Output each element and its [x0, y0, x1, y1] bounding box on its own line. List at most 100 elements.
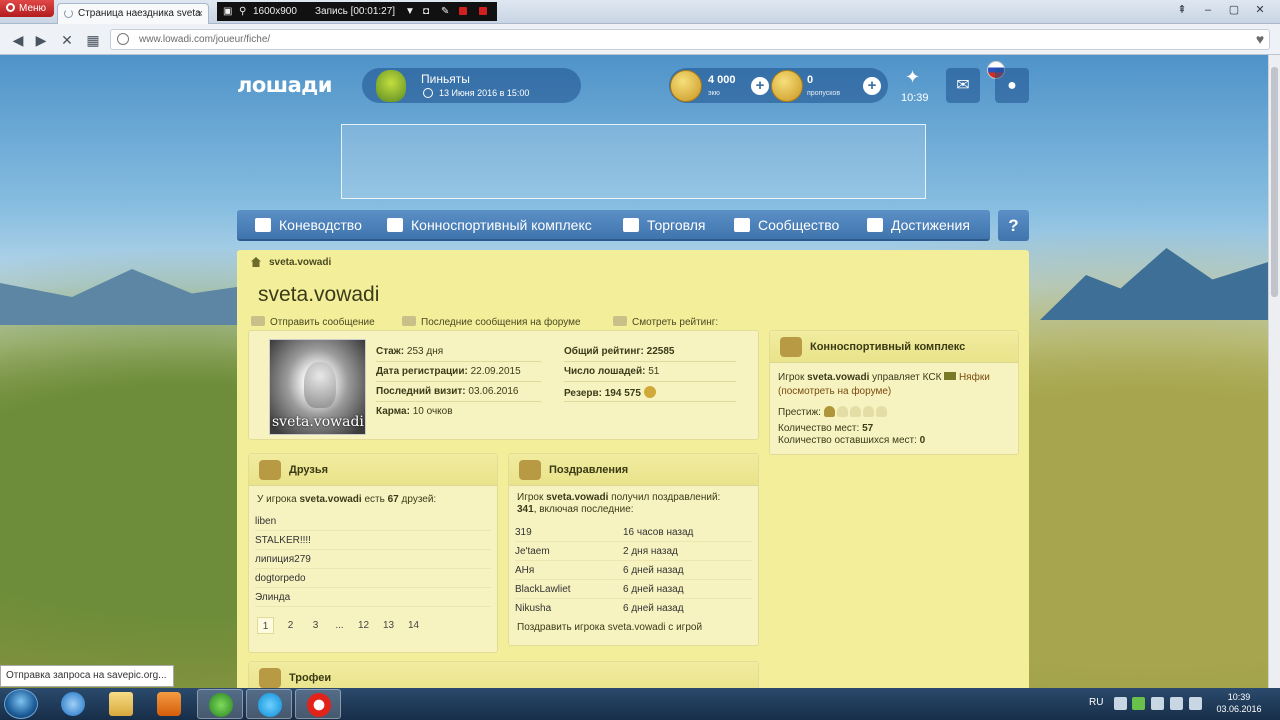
congrats-row[interactable]: BlackLawliet 6 дней назад: [515, 580, 752, 599]
card-title: Поздравления: [549, 464, 629, 476]
pinata-icon: [376, 70, 406, 102]
start-button[interactable]: [4, 689, 38, 719]
divider: [564, 361, 736, 362]
page-13[interactable]: 13: [379, 617, 398, 634]
event-banner[interactable]: Пиньяты 13 Июня 2016 в 15:00: [362, 68, 581, 103]
congratulations-card: Поздравления Игрок sveta.vowadi получил …: [508, 453, 759, 646]
recorder-pen-icon[interactable]: ✎: [441, 2, 449, 21]
divider: [376, 401, 541, 402]
prestige-horseshoe-empty-icon: [875, 406, 887, 417]
main-navigation: Коневодство Конноспортивный комплекс Тор…: [237, 210, 990, 241]
loading-spinner-icon: [64, 9, 73, 18]
card-header: Трофеи: [249, 662, 758, 688]
nav-breeding[interactable]: Коневодство: [255, 210, 362, 241]
friend-row[interactable]: липиция279: [255, 550, 491, 569]
ad-banner[interactable]: [341, 124, 926, 199]
recorder-zoom-icon: ⚲: [239, 6, 247, 17]
back-icon[interactable]: ◀: [9, 31, 27, 49]
page-title: sveta.vowadi: [258, 283, 380, 306]
recorder-status: Запись [00:01:27]: [315, 6, 396, 17]
taskbar-utorrent[interactable]: [197, 689, 243, 719]
recorder-monitor-icon[interactable]: ▣: [223, 2, 232, 21]
page-3[interactable]: 3: [307, 617, 324, 634]
nav-equestrian-center[interactable]: Конноспортивный комплекс: [387, 210, 592, 241]
congratulate-link[interactable]: Поздравить игрока sveta.vowadi с игрой: [517, 622, 702, 633]
congrats-count: 341, включая последние:: [517, 504, 634, 515]
maximize-icon[interactable]: ▢: [1222, 2, 1246, 18]
utorrent-icon: [209, 693, 233, 717]
page-12[interactable]: 12: [354, 617, 373, 634]
tray-expand-icon[interactable]: [1114, 697, 1127, 710]
tray-network-icon[interactable]: [1189, 697, 1202, 710]
congrats-row[interactable]: АНя 6 дней назад: [515, 561, 752, 580]
view-rating-link[interactable]: Смотреть рейтинг:: [613, 316, 718, 328]
view-on-forum-link[interactable]: (посмотреть на форуме): [778, 386, 891, 397]
congrats-row[interactable]: 319 16 часов назад: [515, 523, 752, 542]
taskbar-explorer[interactable]: [98, 689, 144, 719]
tray-volume-icon[interactable]: [1170, 697, 1183, 710]
congrats-row[interactable]: Je'taem 2 дня назад: [515, 542, 752, 561]
mail-button[interactable]: ✉: [946, 68, 980, 103]
saddle-icon: [780, 337, 802, 357]
tray-utorrent-icon[interactable]: [1132, 697, 1145, 710]
profile-button[interactable]: ●: [995, 68, 1029, 103]
home-icon[interactable]: [251, 257, 261, 267]
page-14[interactable]: 14: [404, 617, 423, 634]
window-close-icon[interactable]: ✕: [1248, 2, 1272, 18]
club-link[interactable]: Няфки: [959, 372, 990, 383]
speed-dial-icon[interactable]: ▦: [84, 31, 102, 49]
nav-community[interactable]: Сообщество: [734, 210, 839, 241]
scroll-top-icon[interactable]: ⇞: [1170, 2, 1194, 18]
page-2[interactable]: 2: [282, 617, 299, 634]
breadcrumb[interactable]: sveta.vowadi: [269, 257, 331, 268]
taskbar-skype[interactable]: [246, 689, 292, 719]
browser-menu-button[interactable]: Меню: [0, 0, 54, 17]
page-1[interactable]: 1: [257, 617, 274, 634]
recorder-camera-icon[interactable]: ◘: [423, 2, 429, 21]
kitten-image: [304, 362, 336, 408]
recorder-stop-icon[interactable]: [479, 7, 487, 15]
add-pass-button[interactable]: +: [863, 77, 881, 95]
minimize-icon[interactable]: –: [1196, 2, 1220, 18]
forum-icon: [402, 316, 416, 326]
forum-posts-link[interactable]: Последние сообщения на форуме: [402, 316, 581, 328]
system-clock[interactable]: 10:39 03.06.2016: [1214, 691, 1264, 715]
page-scrollbar[interactable]: [1268, 55, 1280, 688]
recorder-pause-icon[interactable]: [459, 7, 467, 15]
nav-achievements[interactable]: Достижения: [867, 210, 970, 241]
forward-icon[interactable]: ▶: [32, 31, 50, 49]
tab-close-icon[interactable]: ×: [197, 4, 203, 24]
recorder-dropdown-icon[interactable]: ▼: [405, 2, 415, 21]
divider: [564, 401, 736, 402]
browser-tab[interactable]: Страница наездника sveta ×: [57, 3, 209, 24]
friend-row[interactable]: STALKER!!!!: [255, 531, 491, 550]
taskbar-ie[interactable]: [50, 689, 96, 719]
taskbar-media-player[interactable]: [146, 689, 192, 719]
skype-icon: [258, 693, 282, 717]
friend-row[interactable]: liben: [255, 512, 491, 531]
congrats-row[interactable]: Nikusha 6 дней назад: [515, 599, 752, 618]
language-indicator[interactable]: RU: [1089, 697, 1103, 708]
send-message-link[interactable]: Отправить сообщение: [251, 316, 375, 328]
scrollbar-thumb[interactable]: [1271, 67, 1278, 297]
page-viewport: лошади Пиньяты 13 Июня 2016 в 15:00 4 00…: [0, 55, 1268, 688]
nav-trade[interactable]: Торговля: [623, 210, 705, 241]
help-button[interactable]: ?: [998, 210, 1029, 241]
tray-device-icon[interactable]: [1151, 697, 1164, 710]
page-ellipsis: ...: [335, 620, 344, 631]
taskbar-opera[interactable]: [295, 689, 341, 719]
server-time: 10:39: [901, 92, 929, 104]
url-input[interactable]: www.lowadi.com/joueur/fiche/: [110, 29, 1270, 50]
bookmark-heart-icon[interactable]: ♥: [1250, 29, 1270, 50]
divider: [564, 381, 736, 382]
laurel-icon: [259, 668, 281, 688]
site-logo[interactable]: лошади: [237, 73, 332, 97]
ie-icon: [61, 692, 85, 716]
tab-title: Страница наездника sveta: [78, 8, 201, 19]
friend-row[interactable]: Элинда: [255, 588, 491, 607]
stop-icon[interactable]: ✕: [58, 31, 76, 49]
add-equus-button[interactable]: +: [751, 77, 769, 95]
windows-taskbar: RU 10:39 03.06.2016: [0, 688, 1280, 720]
equus-coin-icon: [670, 70, 702, 102]
friend-row[interactable]: dogtorpedo: [255, 569, 491, 588]
